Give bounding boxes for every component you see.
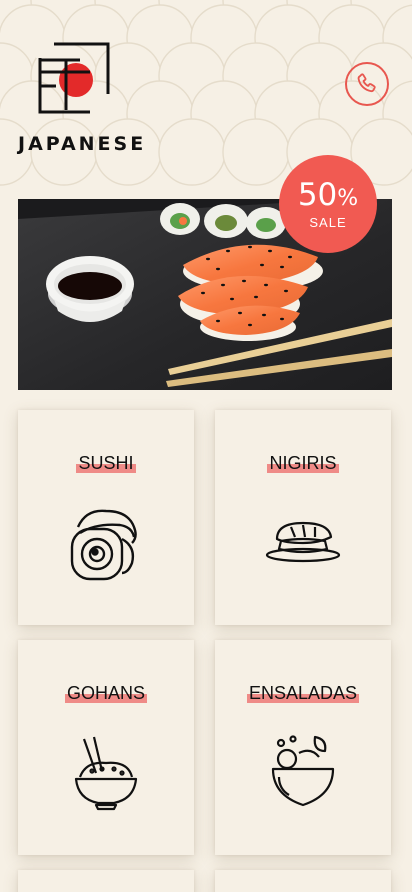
category-card-sushi[interactable]: SUSHI [18,410,194,625]
rice-bowl-icon [74,736,138,811]
category-card-nigiris[interactable]: NIGIRIS [215,410,391,625]
category-card-partial[interactable] [215,870,391,892]
phone-icon [357,73,376,93]
category-title: SUSHI [76,453,136,473]
chopsticks-sun-logo-icon[interactable] [34,38,114,118]
sale-percent: 50% [297,177,359,213]
category-card-gohans[interactable]: GOHANS [18,640,194,855]
category-card-ensaladas[interactable]: ENSALADAS [215,640,391,855]
brand-name: JAPANESE [18,133,147,155]
sale-label: SALE [309,215,347,230]
nigiri-icon [265,521,341,563]
phone-button[interactable] [345,62,389,106]
category-title: NIGIRIS [267,453,339,473]
salad-bowl-icon [271,735,335,807]
sale-badge[interactable]: 50% SALE [279,155,377,253]
category-title: ENSALADAS [246,683,360,703]
category-card-partial[interactable] [18,870,194,892]
sushi-roll-icon [70,509,137,581]
category-title: GOHANS [64,683,147,703]
